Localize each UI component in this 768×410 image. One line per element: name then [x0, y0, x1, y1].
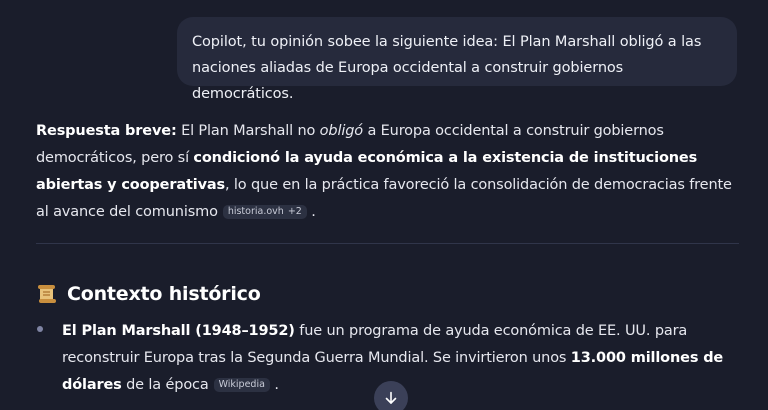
citation-source: historia.ovh	[227, 206, 284, 217]
user-message-bubble: Copilot, tu opinión sobee la siguiente i…	[177, 17, 737, 102]
bullet-text-2: de la época	[121, 377, 209, 393]
bullet-end: .	[269, 377, 279, 393]
answer-label: Respuesta breve:	[36, 123, 177, 139]
user-message-text: Copilot, tu opinión sobee la siguiente i…	[192, 34, 702, 102]
answer-end: .	[311, 204, 316, 220]
scroll-down-button[interactable]	[374, 381, 408, 410]
bullet-bold-title: El Plan Marshall (1948–1952)	[62, 323, 295, 339]
section-divider	[36, 243, 739, 244]
assistant-answer: Respuesta breve: El Plan Marshall no obl…	[36, 118, 746, 226]
citation-chip-wikipedia[interactable]: Wikipedia	[213, 378, 270, 392]
answer-text-1: El Plan Marshall no	[176, 123, 320, 139]
answer-emphasis: obligó	[319, 123, 363, 139]
bullet-dot	[37, 326, 43, 332]
citation-chip[interactable]: historia.ovh +2	[222, 205, 307, 219]
chat-view: Copilot, tu opinión sobee la siguiente i…	[0, 0, 768, 410]
scroll-icon	[38, 285, 56, 303]
arrow-down-icon	[385, 391, 397, 404]
citation-more-count: +2	[287, 206, 302, 217]
section-title: Contexto histórico	[67, 283, 261, 305]
section-heading: Contexto histórico	[36, 280, 261, 308]
